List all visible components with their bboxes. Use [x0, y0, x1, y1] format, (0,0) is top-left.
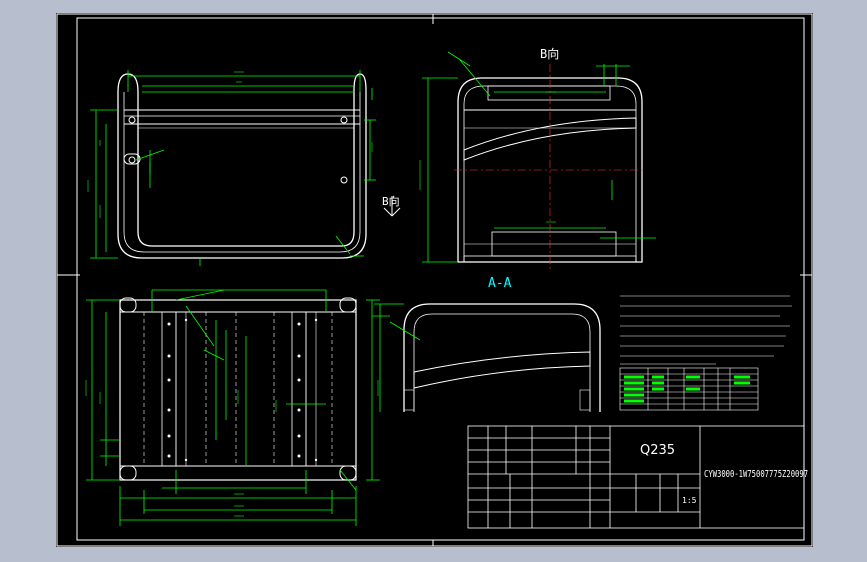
view-b-side-label: B向 [382, 195, 400, 208]
view-b-heading: B向 [540, 47, 560, 61]
material-label: Q235 [640, 443, 676, 458]
scale-value: 1:5 [682, 496, 697, 505]
cad-drawing-viewer: B向 B向 A-A Q235 1:5 CYW3000-1W75007775Z20… [0, 0, 867, 562]
section-a-a-heading: A-A [488, 276, 512, 291]
drawing-number: CYW3000-1W75007775Z20097 [704, 469, 809, 480]
drawing-sheet [56, 13, 813, 547]
